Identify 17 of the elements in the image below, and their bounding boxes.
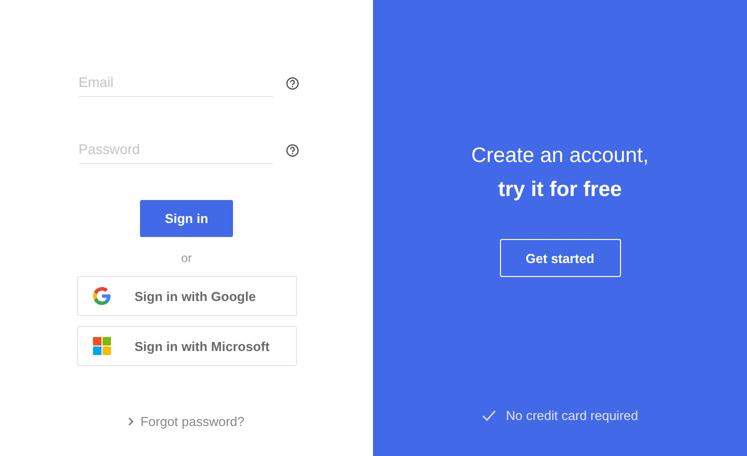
help-icon[interactable] (286, 144, 298, 157)
forgot-password-link[interactable]: Forgot password? (140, 414, 245, 429)
check-icon (482, 410, 496, 421)
sign-in-button[interactable]: Sign in (140, 200, 233, 237)
google-g-icon (92, 287, 110, 305)
separator-text: or (181, 251, 192, 265)
provider-sign-in-button[interactable]: Sign in with Google (76, 276, 296, 316)
chevron-right-icon (128, 417, 134, 426)
get-started-button[interactable]: Get started (500, 239, 620, 277)
promo-title: Create an account, (471, 144, 649, 168)
text-field[interactable]: Password (78, 137, 272, 164)
note-text: No credit card required (506, 408, 638, 423)
microsoft-squares-icon (92, 337, 110, 355)
provider-sign-in-button[interactable]: Sign in with Microsoft (76, 326, 296, 366)
help-icon[interactable] (286, 77, 298, 90)
promo-subtitle: try it for free (498, 178, 622, 202)
text-field[interactable]: Email (78, 70, 272, 97)
